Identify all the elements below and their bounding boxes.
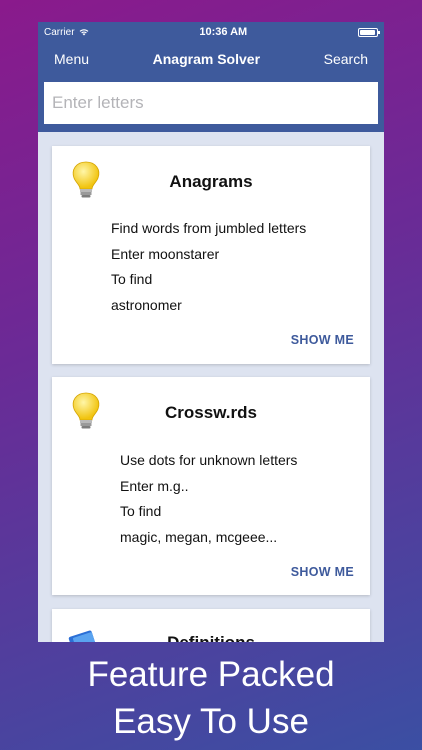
card-description: Find words from jumbled letters Enter mo… [111,216,306,318]
letters-input[interactable] [44,82,378,124]
show-me-button[interactable]: SHOW ME [291,333,354,347]
card-line: To find [120,503,162,519]
card-line: astronomer [111,296,182,313]
battery-icon [357,27,380,37]
card-description: Use dots for unknown letters Enter m.g..… [120,448,297,550]
card-line: Enter m.g.. [120,477,189,494]
definitions-card: Definitions [52,609,370,642]
wifi-icon [79,29,88,36]
carrier-label: Carrier [44,26,75,38]
show-me-button[interactable]: SHOW ME [291,565,354,579]
search-bar [38,76,384,132]
card-line: magic, megan, mcgeee... [120,528,278,545]
phone-screen: Carrier 10:36 AM Menu Anagram Solver Sea… [38,22,384,642]
caption-line-2: Easy To Use [113,702,309,741]
anagrams-card: Anagrams Find words from jumbled letters… [52,146,370,364]
status-bar: Carrier 10:36 AM [38,22,384,42]
card-title: Crossw.rds [165,403,257,422]
card-title: Anagrams [169,172,253,191]
navigation-bar: Menu Anagram Solver Search [38,42,384,76]
card-line: Enter moonstarer [111,245,220,262]
card-line: To find [111,271,153,287]
clock: 10:36 AM [199,26,248,38]
search-button[interactable]: Search [324,51,368,67]
card-line: Find words from jumbled letters [111,220,307,236]
caption-line-1: Feature Packed [87,655,335,694]
card-title: Definitions [52,633,370,642]
crosswords-card: Crossw.rds Use dots for unknown letters … [52,377,370,595]
card-line: Use dots for unknown letters [120,452,298,468]
menu-button[interactable]: Menu [54,51,89,67]
app-title: Anagram Solver [152,51,261,67]
